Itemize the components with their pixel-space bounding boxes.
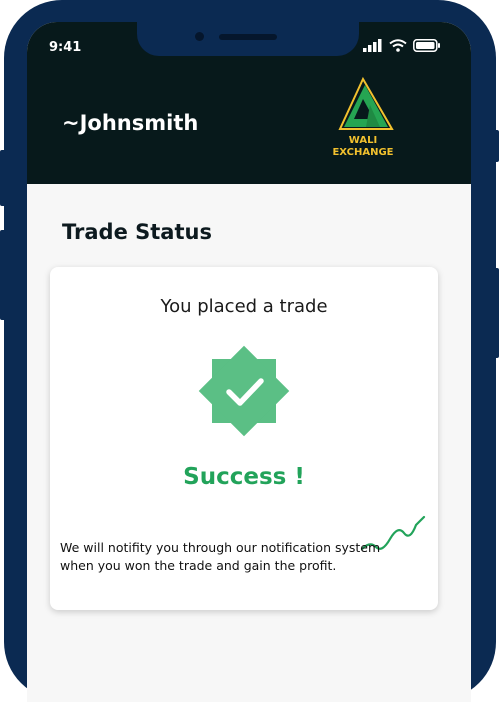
side-button	[493, 130, 499, 162]
phone-notch	[137, 22, 359, 56]
side-button	[0, 230, 6, 320]
logo-line-2: EXCHANGE	[332, 147, 394, 158]
app-screen: 9:41 ~Johnsmith WALI EXCHANGE Trade Stat…	[27, 22, 471, 702]
wifi-icon	[389, 39, 407, 52]
camera	[195, 32, 204, 41]
battery-icon	[413, 39, 440, 52]
logo-line-1: WALI	[348, 135, 378, 146]
status-time: 9:41	[49, 40, 82, 55]
logo-text: WALI EXCHANGE	[323, 135, 403, 159]
side-button	[0, 150, 6, 206]
app-header: 9:41 ~Johnsmith WALI EXCHANGE	[27, 22, 471, 184]
signal-icon	[363, 39, 382, 52]
status-icons	[363, 39, 441, 52]
page-title: Trade Status	[62, 220, 212, 244]
trade-status-card: You placed a trade Success ! We will not…	[50, 267, 438, 610]
username: ~Johnsmith	[62, 111, 199, 135]
speaker	[219, 34, 277, 40]
check-badge-icon	[198, 345, 290, 437]
notification-message: We will notifity you through our notific…	[60, 540, 381, 573]
side-button	[493, 268, 499, 358]
card-heading: You placed a trade	[160, 296, 328, 317]
success-text: Success !	[183, 464, 305, 490]
